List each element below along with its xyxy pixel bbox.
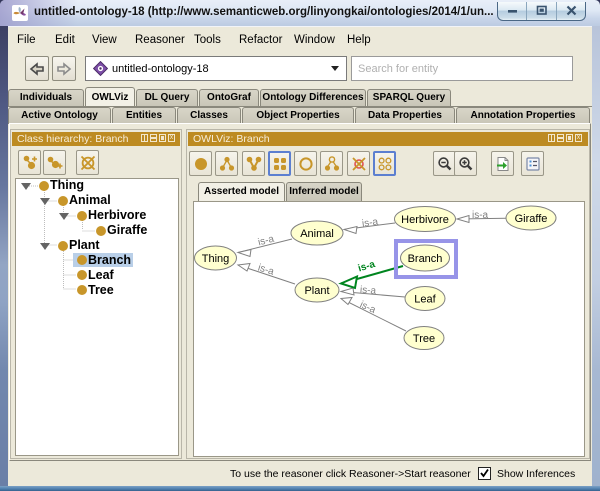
svg-text:Giraffe: Giraffe — [515, 213, 548, 225]
svg-text:is-a: is-a — [358, 299, 378, 316]
svg-text:is-a: is-a — [361, 217, 379, 230]
svg-text:is-a: is-a — [360, 285, 377, 297]
svg-text:Animal: Animal — [300, 228, 334, 240]
svg-text:Thing: Thing — [202, 253, 230, 265]
svg-text:Branch: Branch — [408, 253, 443, 265]
svg-text:is-a: is-a — [257, 262, 276, 277]
svg-text:is-a: is-a — [257, 234, 276, 249]
svg-text:is-a: is-a — [357, 259, 377, 275]
svg-text:Tree: Tree — [413, 333, 435, 345]
svg-text:Herbivore: Herbivore — [401, 214, 449, 226]
svg-text:Leaf: Leaf — [414, 294, 436, 306]
svg-text:is-a: is-a — [472, 210, 489, 221]
svg-text:Plant: Plant — [304, 285, 329, 297]
